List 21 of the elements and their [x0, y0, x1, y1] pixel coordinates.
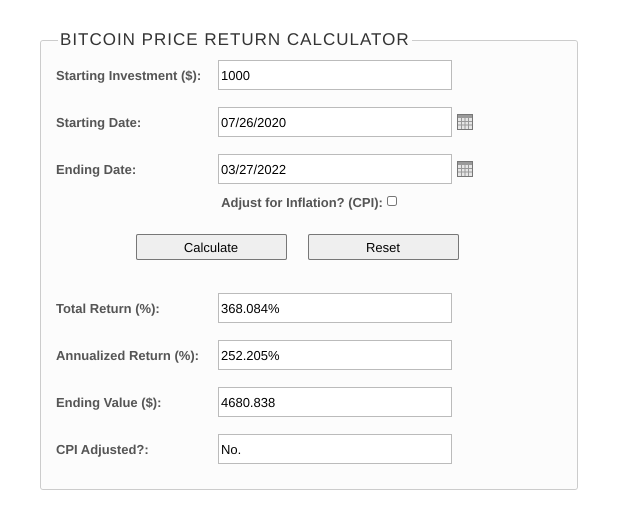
field-label: Ending Date:: [56, 162, 138, 176]
input-field[interactable]: 07/26/2020: [218, 107, 452, 137]
action-button[interactable]: Calculate: [136, 234, 286, 260]
output-field[interactable]: No.: [218, 434, 452, 464]
field-label: CPI Adjusted?:: [56, 442, 150, 456]
calendar-icon[interactable]: [457, 161, 473, 177]
calculator-title: BITCOIN PRICE RETURN CALCULATOR: [59, 30, 411, 50]
field-label: Starting Date:: [56, 114, 142, 130]
input-field[interactable]: 1000: [218, 60, 452, 90]
output-field[interactable]: 4680.838: [218, 387, 452, 417]
field-label: Annualized Return (%):: [56, 348, 200, 362]
field-label: Total Return (%):: [56, 300, 161, 316]
inflation-checkbox[interactable]: [386, 196, 397, 206]
field-label: Ending Value ($):: [56, 394, 162, 410]
field-label: Starting Investment ($):: [56, 68, 202, 82]
output-field[interactable]: 368.084%: [218, 293, 452, 323]
output-field[interactable]: 252.205%: [218, 340, 452, 370]
checkbox-label: Adjust for Inflation? (CPI):: [221, 195, 383, 210]
action-button[interactable]: Reset: [308, 234, 458, 260]
calendar-icon[interactable]: [457, 114, 473, 130]
input-field[interactable]: 03/27/2022: [218, 154, 452, 184]
